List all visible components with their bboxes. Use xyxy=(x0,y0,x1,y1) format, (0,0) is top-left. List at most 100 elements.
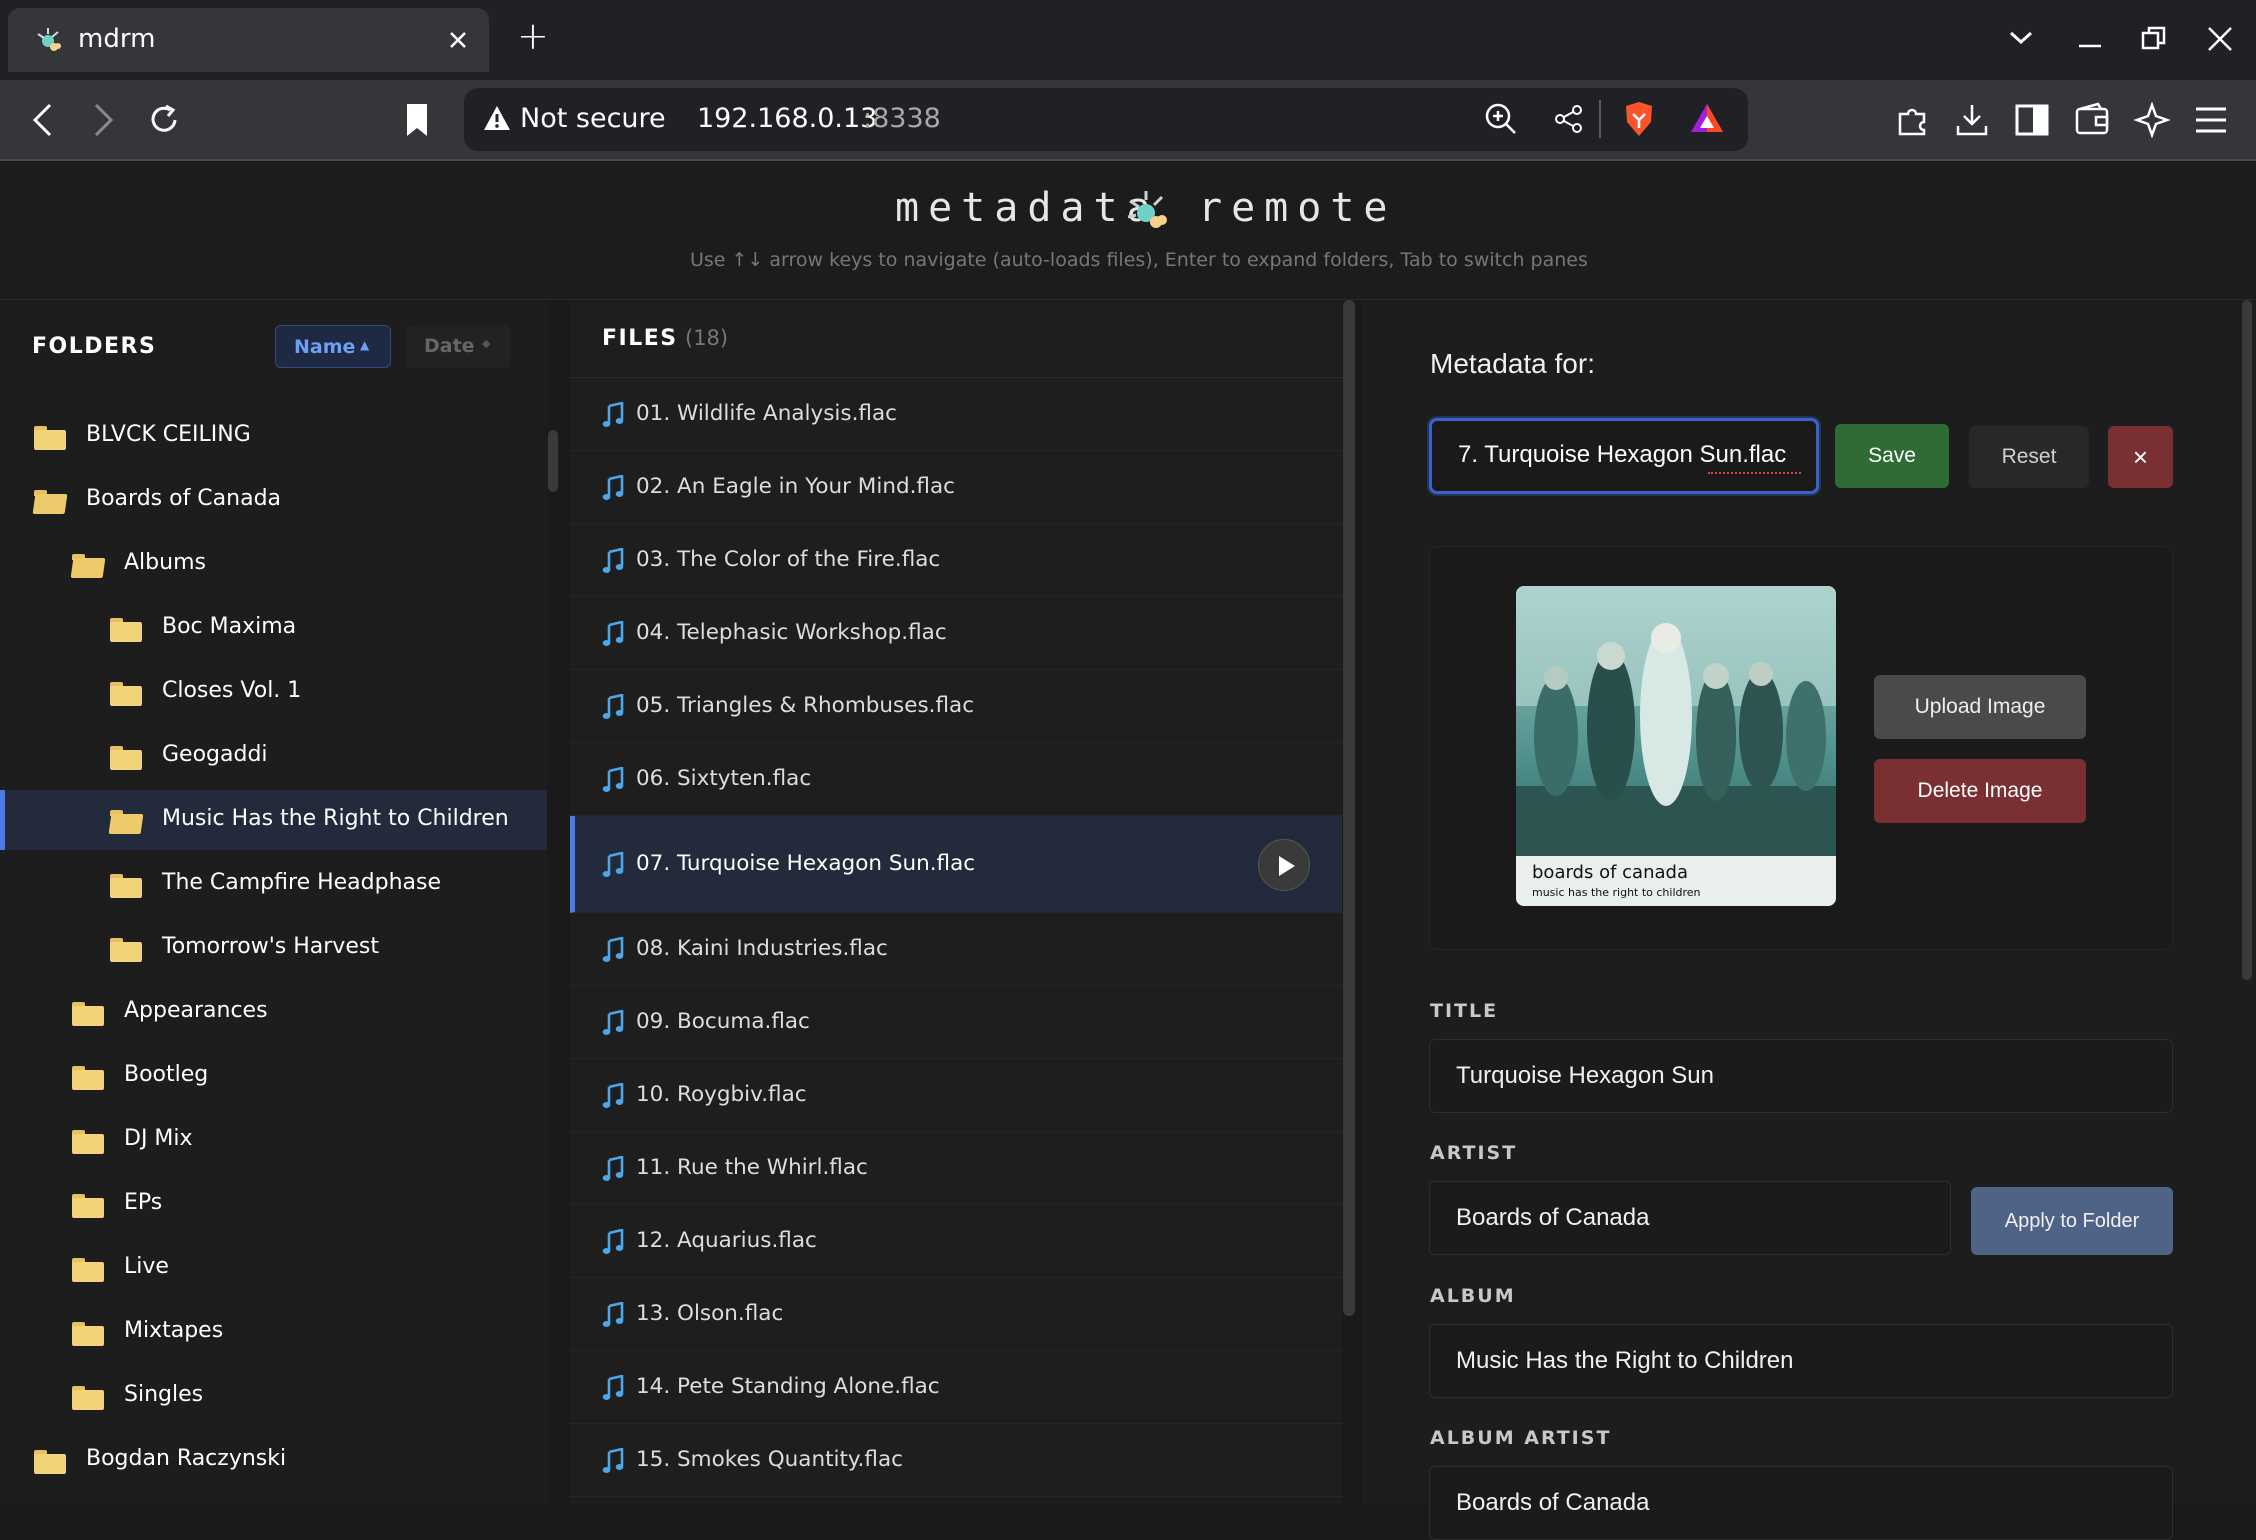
file-item[interactable]: 06. Sixtyten.flac xyxy=(570,743,1342,816)
folder-item[interactable]: Appearances xyxy=(0,982,547,1042)
file-item[interactable]: 12. Aquarius.flac xyxy=(570,1205,1342,1278)
file-item[interactable]: 13. Olson.flac xyxy=(570,1278,1342,1351)
file-item[interactable]: 11. Rue the Whirl.flac xyxy=(570,1132,1342,1205)
music-note-icon xyxy=(602,548,624,573)
file-label: 04. Telephasic Workshop.flac xyxy=(636,620,947,645)
sort-by-date-button[interactable]: Date ◆ xyxy=(406,325,511,368)
album-input[interactable]: Music Has the Right to Children xyxy=(1429,1324,2173,1398)
file-item[interactable]: 01. Wildlife Analysis.flac xyxy=(570,378,1342,451)
file-item[interactable]: 04. Telephasic Workshop.flac xyxy=(570,597,1342,670)
folder-item[interactable]: Boards of Canada xyxy=(0,470,547,530)
tab-search-chevron-icon[interactable] xyxy=(2008,28,2034,48)
not-secure-label[interactable]: Not secure xyxy=(520,103,666,134)
folders-scrollbar[interactable] xyxy=(548,430,558,492)
forward-icon[interactable] xyxy=(90,102,116,138)
file-item[interactable]: 03. The Color of the Fire.flac xyxy=(570,524,1342,597)
folders-pane: FOLDERS Name ▲ Date ◆ Blues Traveler BLVC… xyxy=(0,300,558,1504)
browser-tab[interactable]: mdrm xyxy=(8,8,489,72)
play-button[interactable] xyxy=(1258,839,1310,891)
download-icon[interactable] xyxy=(1954,102,1990,138)
filename-value: 7. Turquoise Hexagon Sun.flac xyxy=(1458,441,1787,468)
save-button[interactable]: Save xyxy=(1835,424,1949,488)
file-item[interactable]: 15. Smokes Quantity.flac xyxy=(570,1424,1342,1497)
close-window-icon[interactable] xyxy=(2207,26,2233,52)
bookmark-icon[interactable] xyxy=(404,102,430,138)
files-scrollbar[interactable] xyxy=(1343,300,1355,1316)
folder-icon xyxy=(72,1194,104,1218)
folder-label: Geogaddi xyxy=(162,742,268,767)
file-label: 06. Sixtyten.flac xyxy=(636,766,812,791)
title-input[interactable]: Turquoise Hexagon Sun xyxy=(1429,1039,2173,1113)
folder-item[interactable]: The Campfire Headphase xyxy=(0,854,547,914)
folder-item[interactable]: Blues Traveler xyxy=(0,394,547,402)
share-icon[interactable] xyxy=(1554,104,1584,134)
folder-label: BLVCK CEILING xyxy=(86,422,251,447)
brave-shields-icon[interactable] xyxy=(1622,100,1656,138)
address-bar[interactable]: Not secure 192.168.0.13 :8338 xyxy=(464,88,1748,151)
folder-item[interactable]: Bogdan Raczynski xyxy=(0,1430,547,1490)
file-item[interactable]: 14. Pete Standing Alone.flac xyxy=(570,1351,1342,1424)
music-note-icon xyxy=(602,1302,624,1327)
folder-item[interactable]: Closes Vol. 1 xyxy=(0,662,547,722)
extensions-icon[interactable] xyxy=(1894,102,1930,138)
url-host[interactable]: 192.168.0.13 xyxy=(697,103,877,134)
folder-item[interactable]: Mixtapes xyxy=(0,1302,547,1362)
file-item[interactable]: 02. An Eagle in Your Mind.flac xyxy=(570,451,1342,524)
minimize-icon[interactable] xyxy=(2078,40,2102,50)
menu-icon[interactable] xyxy=(2194,106,2228,134)
warning-icon[interactable] xyxy=(482,104,512,132)
folder-item[interactable]: EPs xyxy=(0,1174,547,1234)
folder-item[interactable]: Tomorrow's Harvest xyxy=(0,918,547,978)
music-note-icon xyxy=(602,621,624,646)
folder-item[interactable]: Singles xyxy=(0,1366,547,1426)
file-item[interactable]: 05. Triangles & Rhombuses.flac xyxy=(570,670,1342,743)
new-tab-button[interactable]: + xyxy=(517,14,549,58)
album-artist-value: Boards of Canada xyxy=(1456,1489,1650,1516)
brave-rewards-icon[interactable] xyxy=(1689,102,1725,134)
file-item[interactable]: 07. Turquoise Hexagon Sun.flac xyxy=(570,816,1342,913)
app-title-right: remote xyxy=(1198,185,1397,231)
file-item[interactable]: 09. Bocuma.flac xyxy=(570,986,1342,1059)
back-icon[interactable] xyxy=(30,102,56,138)
file-label: 01. Wildlife Analysis.flac xyxy=(636,401,897,426)
leo-ai-icon[interactable] xyxy=(2134,102,2170,138)
album-artist-input[interactable]: Boards of Canada xyxy=(1429,1466,2173,1540)
metadata-scrollbar[interactable] xyxy=(2242,300,2252,980)
apply-to-folder-button[interactable]: Apply to Folder xyxy=(1971,1187,2173,1255)
wallet-icon[interactable] xyxy=(2074,102,2110,138)
folder-item[interactable]: Live xyxy=(0,1238,547,1298)
folder-label: The Campfire Headphase xyxy=(162,870,442,895)
folder-item[interactable]: Geogaddi xyxy=(0,726,547,786)
files-heading: FILES xyxy=(602,326,678,351)
sidebar-icon[interactable] xyxy=(2014,102,2050,138)
upload-image-button[interactable]: Upload Image xyxy=(1874,675,2086,739)
file-item[interactable]: 08. Kaini Industries.flac xyxy=(570,913,1342,986)
close-metadata-button[interactable]: × xyxy=(2108,426,2173,488)
folder-label: Boc Maxima xyxy=(162,614,297,639)
file-label: 07. Turquoise Hexagon Sun.flac xyxy=(636,851,976,876)
folder-label: Boards of Canada xyxy=(86,486,282,511)
close-tab-icon[interactable] xyxy=(448,30,468,50)
restore-icon[interactable] xyxy=(2141,26,2167,52)
sort-by-name-button[interactable]: Name ▲ xyxy=(275,325,391,368)
reload-icon[interactable] xyxy=(146,102,182,138)
zoom-icon[interactable] xyxy=(1484,102,1518,136)
toolbar-right-icons xyxy=(1890,100,2226,142)
filename-input[interactable]: 7. Turquoise Hexagon Sun.flac xyxy=(1429,418,1819,494)
folder-item[interactable]: Bootleg xyxy=(0,1046,547,1106)
folder-item[interactable]: Albums xyxy=(0,534,547,594)
app-logo-icon xyxy=(1127,191,1167,228)
music-note-icon xyxy=(602,1083,624,1108)
album-art-panel: boards of canada music has the right to … xyxy=(1429,546,2173,950)
url-port[interactable]: :8338 xyxy=(863,103,941,134)
folder-item[interactable]: Music Has the Right to Children xyxy=(0,790,547,850)
delete-image-button[interactable]: Delete Image xyxy=(1874,759,2086,823)
folder-item[interactable]: Boc Maxima xyxy=(0,598,547,658)
folder-icon xyxy=(72,1258,104,1282)
folder-icon xyxy=(72,1002,104,1026)
artist-input[interactable]: Boards of Canada xyxy=(1429,1181,1951,1255)
folder-item[interactable]: BLVCK CEILING xyxy=(0,406,547,466)
folder-item[interactable]: DJ Mix xyxy=(0,1110,547,1170)
reset-button[interactable]: Reset xyxy=(1969,426,2089,488)
file-item[interactable]: 10. Roygbiv.flac xyxy=(570,1059,1342,1132)
